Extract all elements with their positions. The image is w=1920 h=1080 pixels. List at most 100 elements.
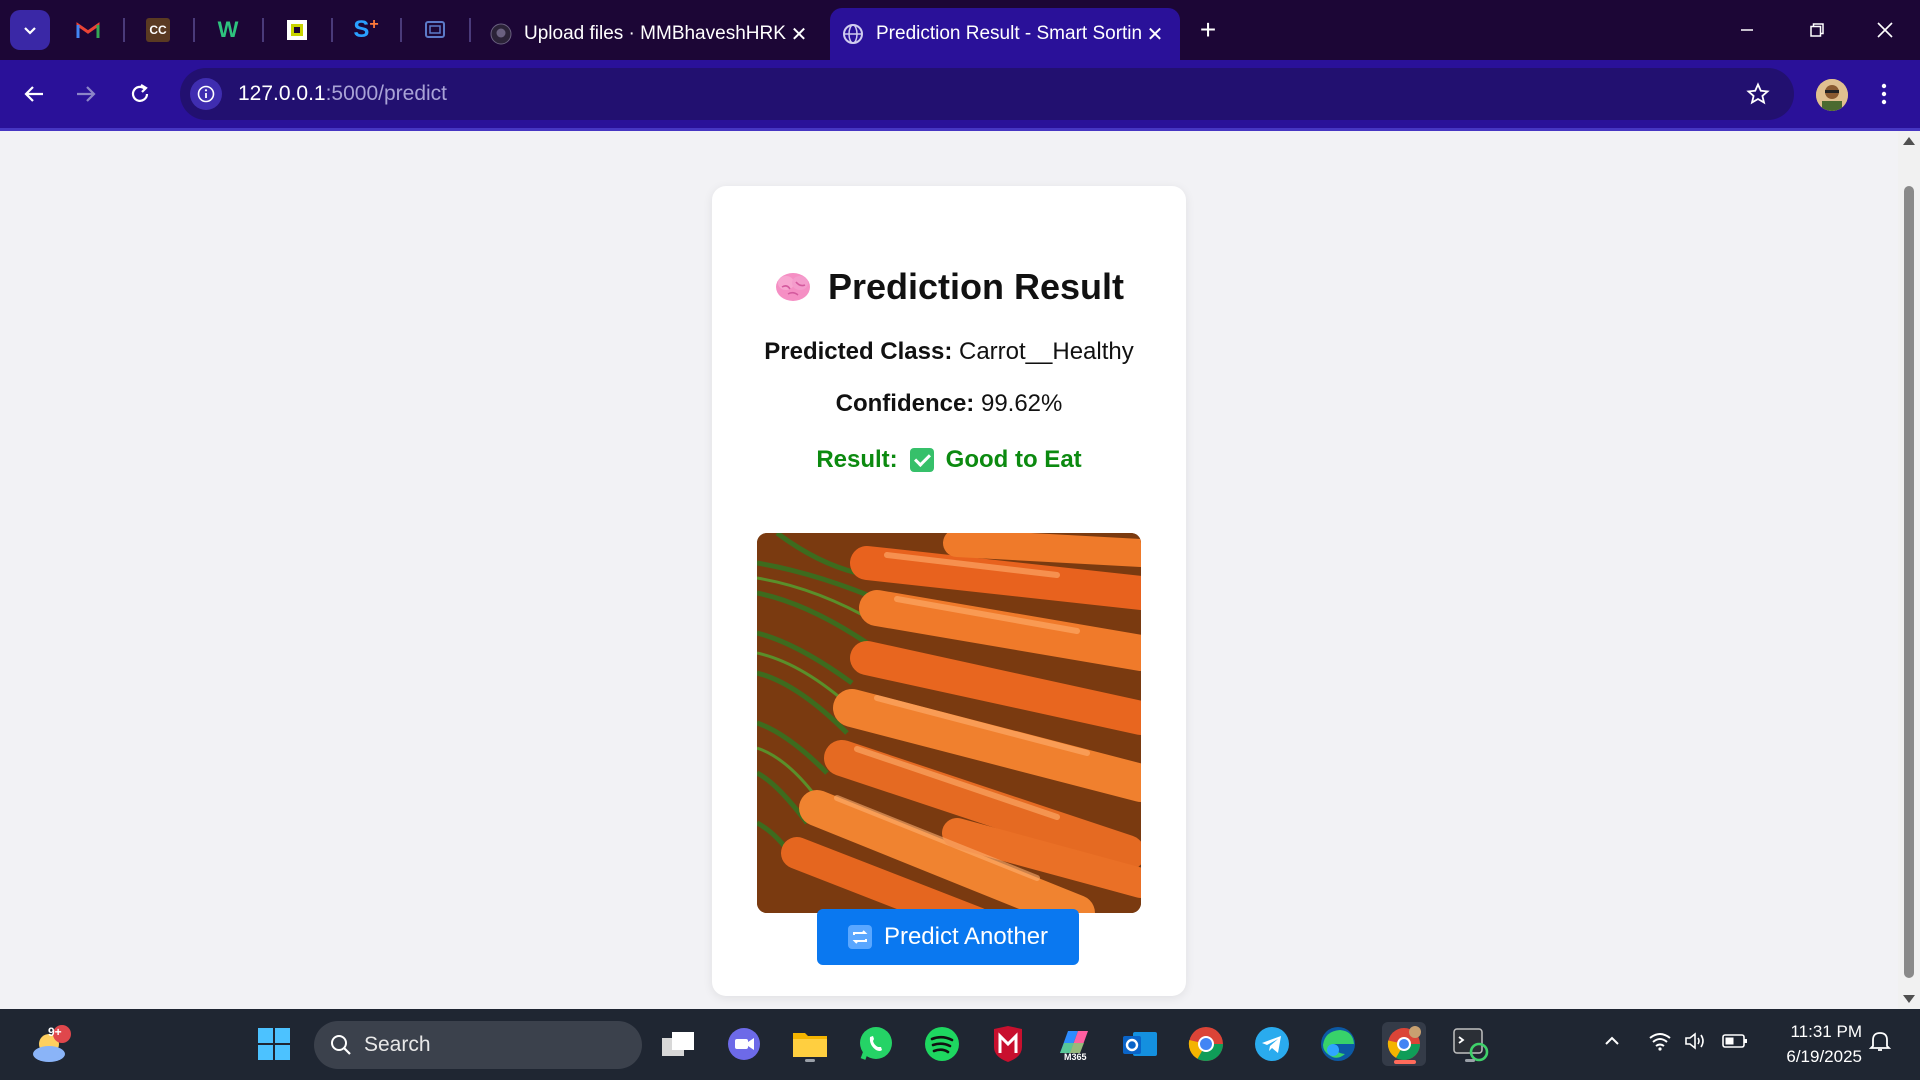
site-info-button[interactable]: [190, 78, 222, 110]
outlook-icon: [1123, 1032, 1157, 1056]
globe-icon: [843, 24, 863, 44]
search-icon: [331, 1035, 351, 1055]
taskbar-outlook[interactable]: [1118, 1022, 1162, 1066]
taskbar-whatsapp[interactable]: [854, 1022, 898, 1066]
predict-another-label: Predict Another: [883, 923, 1049, 950]
meet-icon: [728, 1028, 760, 1060]
pinned-tab-gmail[interactable]: [72, 14, 104, 46]
whatsapp-icon: [860, 1027, 892, 1060]
taskbar-chrome-profile[interactable]: [1382, 1022, 1426, 1066]
address-bar[interactable]: 127.0.0.1:5000/predict: [180, 68, 1794, 120]
weather-widget[interactable]: 9+: [26, 1019, 76, 1069]
brain-icon: [775, 273, 810, 301]
reload-icon: [131, 84, 149, 102]
menu-button[interactable]: [1868, 78, 1900, 110]
tray-overflow-button[interactable]: [1602, 1031, 1622, 1056]
pinned-tab-w[interactable]: W: [212, 14, 244, 46]
chevron-down-icon: [24, 27, 36, 35]
tray-battery[interactable]: [1722, 1031, 1748, 1056]
chrome-profile-icon: [1387, 1026, 1421, 1060]
tab-separator: [123, 18, 125, 42]
repeat-arrows-icon: [852, 930, 868, 944]
taskbar-telegram[interactable]: [1250, 1022, 1294, 1066]
notification-center[interactable]: [1868, 1029, 1892, 1058]
cc-icon: CC: [146, 18, 170, 42]
taskbar-m365[interactable]: M365: [1052, 1022, 1096, 1066]
tab-search-button[interactable]: [10, 10, 50, 50]
url-path: :5000/predict: [325, 82, 448, 105]
scroll-down-arrow[interactable]: [1903, 995, 1915, 1003]
carrots-photo: [757, 533, 1141, 913]
wifi-icon: [1649, 1033, 1671, 1051]
browser-toolbar: 127.0.0.1:5000/predict: [0, 60, 1920, 128]
tab-prediction-result[interactable]: Prediction Result - Smart Sortin ✕: [830, 8, 1180, 60]
taskbar-meet[interactable]: [722, 1022, 766, 1066]
chrome-icon: [1188, 1027, 1223, 1061]
pinned-tab-screen[interactable]: [419, 14, 451, 46]
page-scrollbar[interactable]: [1898, 131, 1920, 1009]
back-button[interactable]: [14, 74, 54, 114]
page-title: Prediction Result: [712, 266, 1186, 308]
taskbar-chrome[interactable]: [1184, 1022, 1228, 1066]
mcafee-icon: [994, 1026, 1022, 1062]
battery-icon: [1722, 1034, 1747, 1048]
tab-upload-files[interactable]: Upload files · MMBhaveshHRK/ ✕: [478, 8, 824, 60]
tab-title: Upload files · MMBhaveshHRK/: [524, 23, 786, 44]
taskbar-spotify[interactable]: [920, 1022, 964, 1066]
taskbar-edge[interactable]: [1316, 1022, 1360, 1066]
tab-strip: CC W S + Upload files · MMBhaveshHRK/ ✕ P…: [0, 0, 1920, 60]
taskbar-search[interactable]: Search: [314, 1021, 642, 1069]
speaker-icon: [1685, 1032, 1704, 1050]
telegram-icon: [1255, 1027, 1289, 1061]
gmail-icon: [76, 22, 100, 38]
close-icon[interactable]: ✕: [786, 21, 812, 47]
restore-icon: [1810, 23, 1824, 37]
scroll-thumb[interactable]: [1904, 186, 1914, 978]
result-label: Result:: [816, 446, 898, 473]
screen-icon: [425, 21, 445, 38]
windows-icon: [258, 1028, 290, 1060]
close-window-button[interactable]: [1860, 10, 1910, 50]
predicted-class-row: Predicted Class: Carrot__Healthy: [712, 338, 1186, 366]
arrow-right-icon: [77, 86, 96, 102]
running-indicator: [1465, 1059, 1475, 1062]
bell-icon: [1868, 1032, 1892, 1051]
task-view-button[interactable]: [656, 1022, 700, 1066]
predict-another-button[interactable]: Predict Another: [817, 909, 1079, 965]
tray-volume[interactable]: [1684, 1031, 1708, 1056]
reload-button[interactable]: [120, 74, 160, 114]
scroll-up-arrow[interactable]: [1903, 137, 1915, 145]
taskbar-clock[interactable]: 11:31 PM 6/19/2025: [1762, 1019, 1862, 1069]
close-icon[interactable]: ✕: [1142, 21, 1168, 47]
url-host: 127.0.0.1: [238, 82, 326, 105]
weather-badge: 9+: [48, 1025, 62, 1039]
github-icon: [490, 23, 512, 45]
uploaded-image: [757, 533, 1141, 913]
taskbar-terminal[interactable]: [1448, 1022, 1492, 1066]
confidence-row: Confidence: 99.62%: [712, 390, 1186, 418]
pinned-tab-cc[interactable]: CC: [142, 14, 174, 46]
minimize-button[interactable]: [1722, 10, 1772, 50]
info-icon: [197, 85, 215, 103]
sheets-icon: [287, 20, 307, 40]
tab-separator: [331, 18, 333, 42]
bookmark-button[interactable]: [1744, 80, 1772, 108]
pinned-tab-sheets[interactable]: [281, 14, 313, 46]
edge-icon: [1321, 1027, 1355, 1061]
taskbar: 9+ Search M365 11:31 PM 6/19/2025: [0, 1009, 1920, 1080]
tray-network[interactable]: [1648, 1031, 1672, 1056]
new-tab-button[interactable]: +: [1190, 14, 1226, 46]
restore-button[interactable]: [1792, 10, 1842, 50]
tab-separator: [469, 18, 471, 42]
tab-separator: [400, 18, 402, 42]
avatar[interactable]: [1816, 79, 1848, 111]
taskbar-mcafee[interactable]: [986, 1022, 1030, 1066]
taskbar-file-explorer[interactable]: [788, 1022, 832, 1066]
check-icon: [909, 448, 934, 472]
pinned-tab-s[interactable]: S +: [350, 14, 382, 46]
file-explorer-icon: [793, 1033, 827, 1057]
forward-button[interactable]: [66, 74, 106, 114]
tab-separator: [193, 18, 195, 42]
start-button[interactable]: [252, 1022, 296, 1066]
w-icon: W: [217, 17, 239, 42]
